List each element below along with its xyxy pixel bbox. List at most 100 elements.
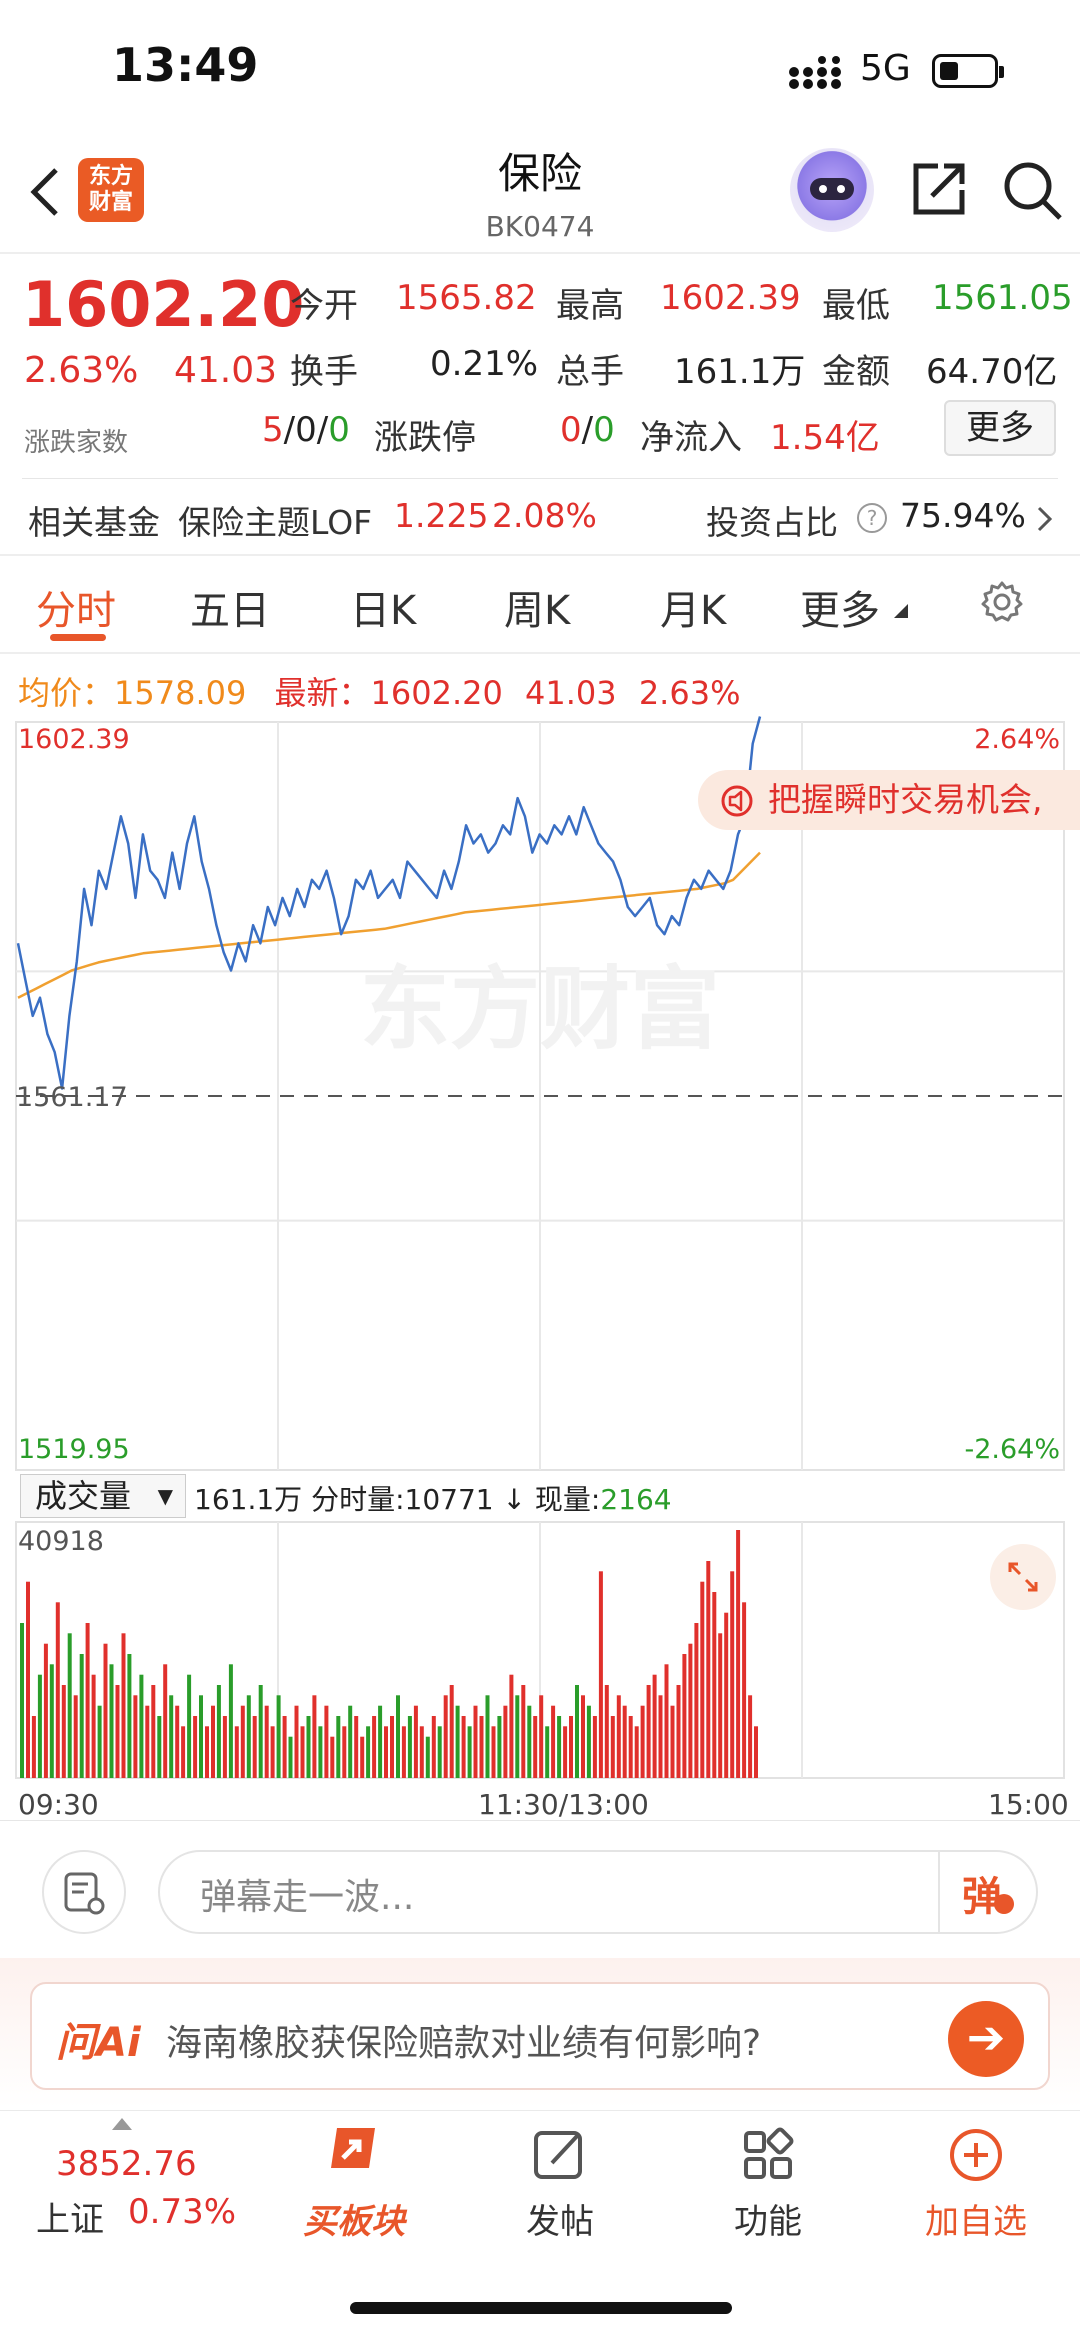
volume-bar (407, 1716, 412, 1778)
volume-bar (294, 1705, 299, 1778)
tab-five-day[interactable]: 五日 (190, 578, 270, 636)
nav-add-watchlist[interactable]: 加自选 (906, 2120, 1046, 2243)
volume-bar (318, 1726, 323, 1778)
volume-bar (437, 1726, 442, 1778)
turnover-label: 换手 (290, 352, 358, 392)
danmaku-placeholder: 弹幕走一波... (200, 1877, 415, 1918)
gear-icon[interactable] (980, 580, 1024, 624)
edit-icon (534, 2131, 582, 2179)
volume-bar (706, 1561, 711, 1778)
volume-bar (616, 1695, 621, 1778)
volume-bar (754, 1726, 758, 1778)
volume-bar (79, 1654, 84, 1778)
dropdown-triangle-icon (894, 604, 908, 618)
volume-bar (372, 1716, 377, 1778)
volume-bar (348, 1705, 353, 1778)
status-time: 13:49 (112, 38, 259, 92)
volume-bar (449, 1685, 454, 1778)
volume-bar (730, 1571, 735, 1778)
breadth-value: 5/0/0 (262, 410, 350, 450)
volume-bar (497, 1716, 502, 1778)
header-divider (0, 252, 1080, 254)
limit-value: 0/0 (560, 410, 615, 450)
volume-bar (485, 1695, 490, 1778)
volume-indicator-select[interactable]: 成交量 ▼ (20, 1474, 186, 1518)
volume-max-label: 40918 (18, 1526, 104, 1557)
volume-bar (133, 1695, 138, 1778)
chevron-right-icon[interactable] (1034, 504, 1056, 534)
expand-icon[interactable] (990, 1544, 1056, 1610)
active-tab-indicator (50, 634, 106, 641)
ai-logo: 问Ai (56, 2020, 141, 2066)
speaker-icon (721, 785, 753, 817)
volume-bar (646, 1685, 651, 1778)
volume-bar (276, 1695, 281, 1778)
volume-bar (748, 1695, 753, 1778)
volume-bar (634, 1726, 639, 1778)
turnover-value: 0.21% (430, 344, 539, 384)
nav-functions[interactable]: 功能 (698, 2120, 838, 2243)
volume-bar (378, 1705, 383, 1778)
intraday-chart[interactable]: 东方财富 1602.39 2.64% 1561.17 1519.95 -2.64% 4091… (0, 700, 1080, 1790)
volume-bar (390, 1716, 394, 1778)
divider (0, 1820, 1080, 1821)
volume-bar (175, 1705, 180, 1778)
tab-daily-k[interactable]: 日K (350, 578, 416, 636)
volume-bar (419, 1726, 424, 1778)
ai-robot-icon[interactable] (790, 148, 874, 232)
fund-name[interactable]: 保险主题LOF (178, 496, 372, 544)
volume-bar (300, 1726, 305, 1778)
volume-bar (67, 1633, 72, 1778)
volume-bar (20, 1623, 24, 1778)
volume-bar (366, 1726, 371, 1778)
volume-bar (234, 1726, 239, 1778)
danmaku-settings-button[interactable] (42, 1850, 126, 1934)
volume-bar (724, 1612, 729, 1778)
volume-bar (658, 1695, 663, 1778)
volume-bar (557, 1716, 562, 1778)
tab-intraday[interactable]: 分时 (36, 578, 116, 636)
tab-more[interactable]: 更多 (800, 578, 880, 636)
ai-question[interactable]: 海南橡胶获保险赔款对业绩有何影响? (166, 2014, 761, 2066)
help-icon[interactable]: ? (856, 502, 888, 534)
tab-weekly-k[interactable]: 周K (504, 578, 570, 636)
volume-bar (622, 1705, 627, 1778)
danmaku-send-button[interactable]: 弹 (962, 1864, 1002, 1922)
y-axis-top-label: 1602.39 (18, 724, 130, 755)
signal-icon (789, 56, 841, 89)
volume-bar (401, 1726, 406, 1778)
more-button[interactable]: 更多 (944, 400, 1056, 456)
share-icon[interactable] (908, 158, 970, 220)
volume-bar (431, 1716, 436, 1778)
nav-post[interactable]: 发帖 (490, 2120, 630, 2243)
index-value[interactable]: 3852.76 (56, 2144, 197, 2184)
volume-bar (61, 1685, 66, 1778)
amount-value: 64.70亿 (926, 352, 1058, 392)
volume-bar (252, 1716, 257, 1778)
amount-label: 金额 (822, 352, 890, 392)
volume-bar (288, 1736, 293, 1778)
volume-bar (712, 1592, 717, 1778)
search-icon[interactable] (1000, 158, 1064, 222)
volume-bar (240, 1705, 245, 1778)
volume-bar (742, 1602, 747, 1778)
volume-bar (121, 1633, 126, 1778)
volume-bar (228, 1664, 233, 1778)
volume-bar (354, 1716, 359, 1778)
tab-monthly-k[interactable]: 月K (660, 578, 726, 636)
volume-bar (396, 1695, 400, 1778)
ai-go-button[interactable]: ➔ (948, 2001, 1024, 2077)
time-axis-end: 15:00 (988, 1788, 1069, 1821)
time-axis-mid: 11:30/13:00 (478, 1788, 649, 1821)
y-axis-preclose-label: 1561.17 (16, 1082, 128, 1113)
nav-buy-sector[interactable]: 买板块 (284, 2120, 424, 2243)
volume-bar (586, 1705, 591, 1778)
divider (22, 478, 1058, 479)
volume-bar (163, 1664, 168, 1778)
divider (0, 554, 1080, 556)
volume-bar (282, 1716, 287, 1778)
index-name[interactable]: 上证 (36, 2192, 104, 2241)
low-value: 1561.05 (932, 278, 1073, 318)
volume-bar (37, 1674, 42, 1778)
index-change[interactable]: 0.73% (128, 2192, 236, 2232)
